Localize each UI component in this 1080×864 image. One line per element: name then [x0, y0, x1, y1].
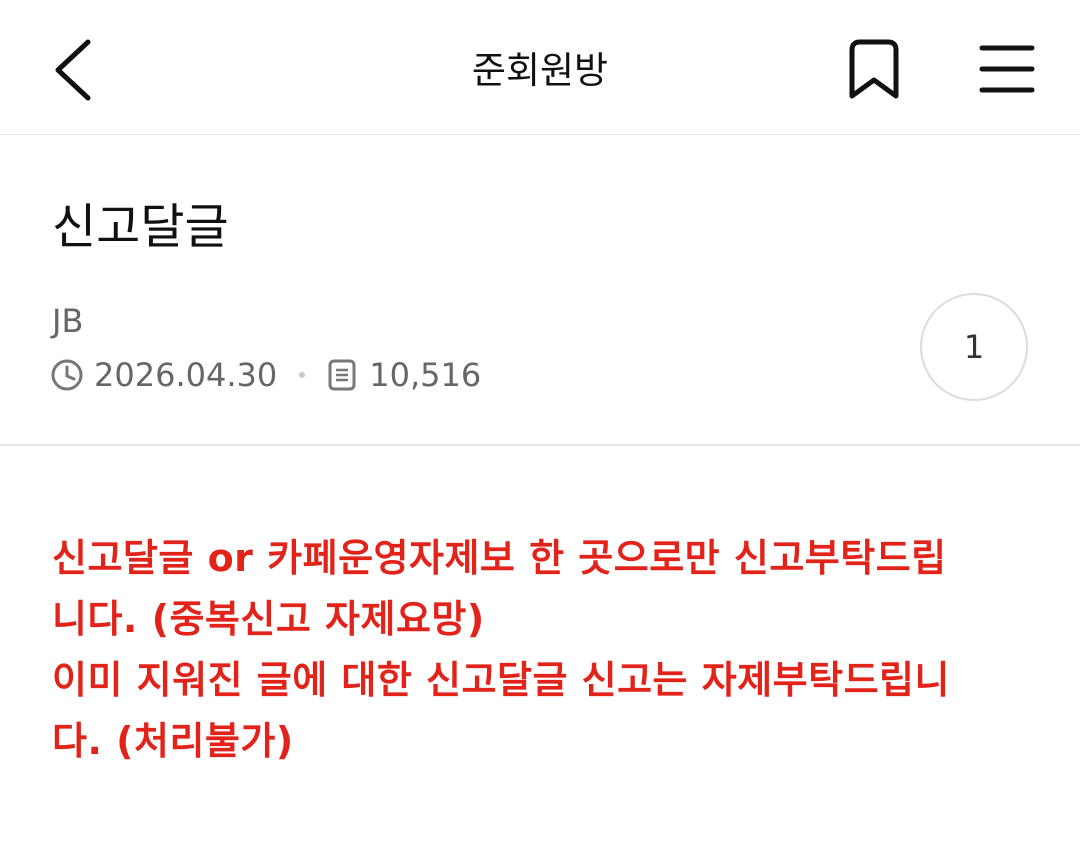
- comment-count-button[interactable]: 1: [920, 293, 1028, 401]
- board-title: 준회원방: [471, 49, 609, 92]
- chevron-left-icon: [55, 39, 91, 101]
- menu-button[interactable]: [974, 40, 1040, 98]
- notice-line: 니다. (중복신고 자제요망): [52, 597, 485, 641]
- post-header: 신고달글 JB 2026.04.30 10,516 1: [0, 135, 1080, 446]
- view-count: 10,516: [369, 356, 482, 394]
- post-body: 신고달글 or 카페운영자제보 한 곳으로만 신고부탁드립 니다. (중복신고 …: [52, 528, 1042, 772]
- back-button[interactable]: [44, 34, 104, 104]
- clock-icon: [50, 358, 84, 392]
- post-meta: 2026.04.30 10,516: [50, 355, 481, 395]
- bookmark-icon: [849, 39, 899, 99]
- notice-line: 다. (처리불가): [52, 719, 294, 763]
- notice-line: 신고달글 or 카페운영자제보 한 곳으로만 신고부탁드립: [52, 536, 947, 580]
- post-date: 2026.04.30: [94, 356, 278, 394]
- separator-dot: [299, 372, 306, 378]
- bookmark-button[interactable]: [842, 36, 906, 104]
- top-app-bar: 준회원방: [0, 0, 1080, 135]
- post-title: 신고달글: [52, 199, 229, 255]
- document-icon: [325, 358, 359, 392]
- hamburger-menu-icon: [979, 45, 1035, 93]
- notice-line: 이미 지워진 글에 대한 신고달글 신고는 자제부탁드립니: [52, 658, 950, 702]
- author-name[interactable]: JB: [52, 301, 83, 341]
